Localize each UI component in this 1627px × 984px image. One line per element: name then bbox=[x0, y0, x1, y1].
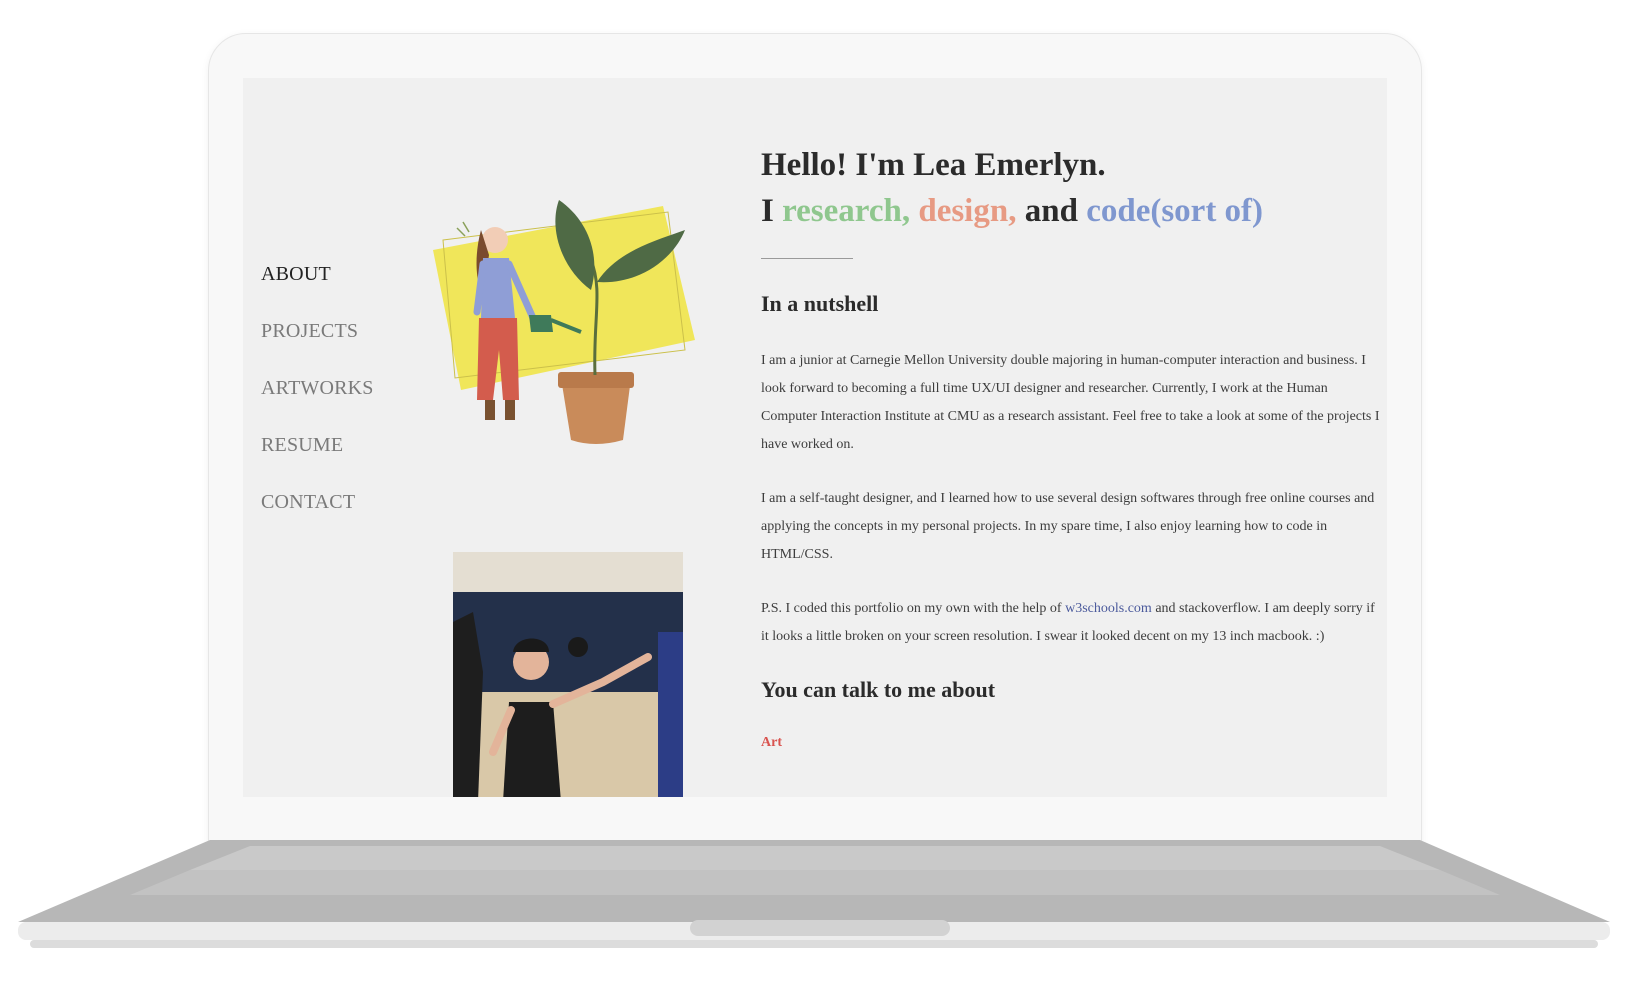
laptop-mockup: ABOUT PROJECTS ARTWORKS RESUME CONTACT H… bbox=[0, 0, 1627, 984]
side-nav: ABOUT PROJECTS ARTWORKS RESUME CONTACT bbox=[261, 263, 374, 548]
nav-artworks[interactable]: ARTWORKS bbox=[261, 377, 374, 434]
hero-code: code(sort of) bbox=[1086, 193, 1264, 229]
nutshell-paragraph-3: P.S. I coded this portfolio on my own wi… bbox=[761, 595, 1381, 651]
laptop-base bbox=[18, 840, 1610, 948]
nutshell-heading: In a nutshell bbox=[761, 291, 879, 316]
w3schools-link[interactable]: w3schools.com bbox=[1065, 601, 1152, 616]
hero-greeting: Hello! I'm Lea Emerlyn. bbox=[761, 147, 1106, 183]
talk-heading: You can talk to me about bbox=[761, 677, 996, 702]
nav-projects[interactable]: PROJECTS bbox=[261, 320, 374, 377]
topic-art: Art bbox=[761, 735, 782, 750]
nav-about[interactable]: ABOUT bbox=[261, 263, 374, 320]
hero-and: and bbox=[1024, 193, 1078, 229]
hero-tagline: I research, design, and code(sort of) bbox=[761, 188, 1381, 234]
about-content: Hello! I'm Lea Emerlyn. I research, desi… bbox=[761, 142, 1381, 751]
hero-design: design, bbox=[918, 193, 1017, 229]
dance-photo bbox=[453, 552, 683, 797]
plant-watering-illustration bbox=[433, 200, 695, 444]
nav-resume[interactable]: RESUME bbox=[261, 434, 374, 491]
nutshell-paragraph-1: I am a junior at Carnegie Mellon Univers… bbox=[761, 353, 1380, 452]
nav-contact[interactable]: CONTACT bbox=[261, 491, 374, 548]
hero-research: research, bbox=[782, 193, 911, 229]
nutshell-paragraph-2: I am a self-taught designer, and I learn… bbox=[761, 491, 1375, 562]
p3-text-before: P.S. I coded this portfolio on my own wi… bbox=[761, 601, 1066, 616]
browser-screen: ABOUT PROJECTS ARTWORKS RESUME CONTACT H… bbox=[243, 78, 1387, 797]
hero-prefix: I bbox=[761, 193, 774, 229]
title-divider bbox=[761, 258, 853, 259]
